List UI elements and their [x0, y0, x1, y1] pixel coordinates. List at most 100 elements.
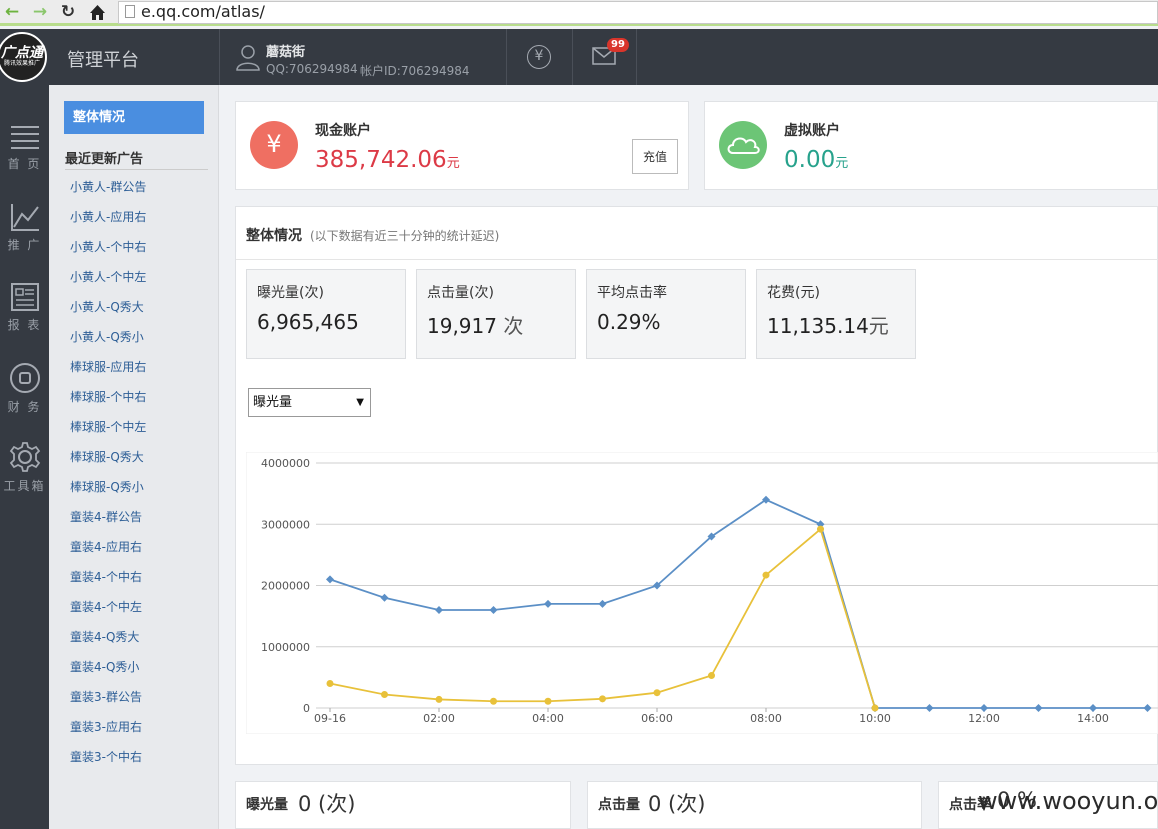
sidebar-item[interactable]: 童装4-个中左: [70, 598, 142, 615]
back-button[interactable]: ←: [2, 2, 22, 22]
stat-cost: 花费(元) 11,135.14元: [756, 269, 916, 359]
y-tick-label: 2000000: [261, 580, 310, 593]
x-tick-label: 14:00: [1077, 712, 1109, 725]
stat-number: 6,965,465: [257, 310, 359, 334]
metric-select-value: 曝光量: [253, 395, 293, 410]
sidebar-item[interactable]: 棒球服-个中左: [70, 418, 146, 435]
cloud-icon: [727, 137, 760, 154]
sidebar-item[interactable]: 棒球服-Q秀小: [70, 478, 144, 495]
sidebar-item[interactable]: 小黄人-群公告: [70, 178, 146, 195]
cash-account-label: 现金账户: [315, 123, 371, 139]
list-icon: [10, 126, 39, 149]
data-point: [871, 704, 879, 712]
bottom-value: 0 (次): [648, 792, 706, 816]
sidebar-item[interactable]: 棒球服-个中右: [70, 388, 146, 405]
dropdown-arrow-icon: ▼: [356, 397, 364, 408]
virtual-account-label: 虚拟账户: [784, 123, 840, 139]
sidebar-item[interactable]: 童装3-群公告: [70, 688, 142, 705]
sidebar-item[interactable]: 童装3-个中右: [70, 748, 142, 765]
yen-circle-icon: ¥: [250, 121, 298, 169]
sidebar-item[interactable]: 小黄人-应用右: [70, 208, 146, 225]
data-point: [435, 695, 443, 703]
sidebar-item-overview[interactable]: 整体情况: [64, 101, 204, 134]
mail-count-badge: 99: [607, 38, 629, 52]
sidebar-item[interactable]: 小黄人-个中左: [70, 268, 146, 285]
data-point: [762, 571, 770, 579]
gear-icon: [9, 442, 40, 472]
cash-amount: 385,742.06: [315, 147, 447, 173]
home-icon[interactable]: [88, 3, 107, 22]
user-name: 蘑菇街: [266, 45, 306, 60]
sidebar-item[interactable]: 小黄人-个中右: [70, 238, 146, 255]
page-icon: [125, 5, 135, 18]
trend-chart: 0 1000000 2000000 3000000 4000000 09-16 02:00 0…: [246, 452, 1158, 734]
bottom-label: 点击量: [598, 797, 640, 813]
stat-impressions: 曝光量(次) 6,965,465: [246, 269, 406, 359]
stat-unit: 元: [868, 314, 889, 338]
stat-ctr: 平均点击率 0.29%: [586, 269, 746, 359]
nav-promotion[interactable]: 推 广: [0, 202, 49, 253]
logo[interactable]: 广点通 腾讯效果推广: [0, 32, 47, 82]
logo-subtext: 腾讯效果推广: [3, 60, 40, 67]
divider: [236, 259, 1158, 260]
sidebar-item[interactable]: 童装4-Q秀小: [70, 658, 139, 675]
nav-finance[interactable]: 财 务: [0, 362, 49, 415]
overview-note: (以下数据有近三十分钟的统计延迟): [310, 229, 500, 243]
nav-toolbox[interactable]: 工具箱: [0, 441, 49, 494]
url-text: e.qq.com/atlas/: [141, 2, 265, 21]
sidebar-item[interactable]: 棒球服-应用右: [70, 358, 146, 375]
stat-number: 19,917: [427, 314, 497, 338]
x-tick-label: 04:00: [532, 712, 564, 725]
cash-account-card: ¥: [235, 101, 689, 190]
stat-unit: 次: [496, 314, 524, 338]
data-point: [381, 691, 388, 699]
sidebar-item[interactable]: 童装4-群公告: [70, 508, 142, 525]
sidebar-item[interactable]: 童装4-Q秀大: [70, 628, 139, 645]
divider: [219, 29, 220, 85]
recharge-button[interactable]: 充值: [632, 139, 678, 174]
stat-value: 0.29%: [597, 310, 661, 334]
watermark: www.wooyun.org: [978, 787, 1158, 815]
top-header: 广点通 腾讯效果推广 管理平台 蘑菇街 QQ:706294984 帐户ID:706…: [0, 29, 1158, 85]
x-tick-label: 10:00: [859, 712, 891, 725]
divider: [572, 29, 573, 85]
user-icon: [236, 45, 260, 71]
data-point: [490, 697, 497, 705]
x-tick-label: 06:00: [641, 712, 673, 725]
forward-button[interactable]: →: [30, 2, 50, 22]
stat-label: 点击量(次): [427, 285, 494, 301]
nav-label: 财 务: [7, 400, 42, 414]
sidebar-item[interactable]: 童装4-应用右: [70, 538, 142, 555]
reload-button[interactable]: ↻: [58, 2, 78, 22]
y-tick-label: 4000000: [261, 457, 310, 470]
qq-number: QQ:706294984: [266, 62, 358, 76]
account-id: 帐户ID:706294984: [360, 64, 470, 78]
nav-reports[interactable]: 报 表: [0, 282, 49, 333]
metric-select[interactable]: 曝光量 ▼: [248, 388, 371, 417]
sidebar-item[interactable]: 童装4-个中右: [70, 568, 142, 585]
bottom-value: 0 (次): [298, 792, 356, 816]
data-point: [817, 525, 824, 533]
sidebar-item[interactable]: 小黄人-Q秀小: [70, 328, 144, 345]
bottom-card-clicks: 点击量 0 (次): [587, 781, 922, 829]
nav-home[interactable]: 首 页: [0, 123, 49, 172]
yen-icon[interactable]: ¥: [527, 45, 551, 69]
address-bar[interactable]: e.qq.com/atlas/: [118, 1, 1158, 24]
data-point: [653, 689, 661, 697]
stat-label: 曝光量(次): [257, 285, 324, 301]
data-point: [708, 672, 715, 680]
stat-value: 19,917 次: [427, 310, 523, 339]
stat-number: 11,135.14: [767, 314, 869, 338]
browser-toolbar: ← → ↻ e.qq.com/atlas/: [0, 0, 1158, 26]
bottom-label: 曝光量: [246, 797, 288, 813]
sidebar-item[interactable]: 小黄人-Q秀大: [70, 298, 144, 315]
x-tick-label: 09-16: [314, 712, 346, 725]
sidebar-item[interactable]: 童装3-应用右: [70, 718, 142, 735]
stat-value: 11,135.14元: [767, 310, 889, 339]
bottom-card-impressions: 曝光量 0 (次): [235, 781, 571, 829]
sidebar-heading: 最近更新广告: [65, 152, 144, 167]
report-icon: [10, 283, 39, 311]
line-chart-icon: [10, 204, 39, 231]
sidebar-item[interactable]: 棒球服-Q秀大: [70, 448, 144, 465]
y-tick-label: 0: [303, 702, 310, 715]
